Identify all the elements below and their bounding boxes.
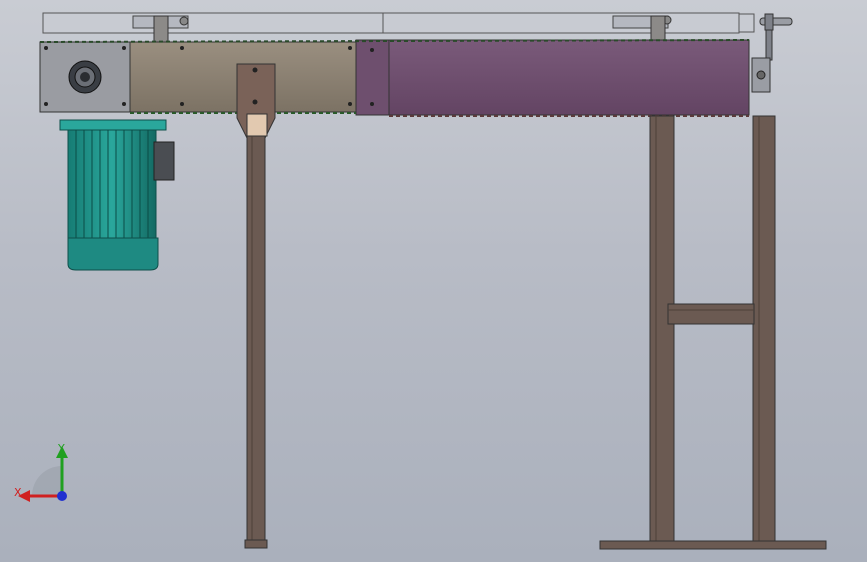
coordinate-triad: Y X [14,442,68,502]
adjustment-handle[interactable] [751,13,793,93]
top-guide-rail[interactable] [42,12,755,34]
x-axis-label: X [14,486,22,499]
conveyor-model[interactable] [0,0,867,562]
z-axis-dot [57,491,67,501]
drive-motor[interactable] [59,119,175,271]
left-support-leg[interactable] [244,135,268,549]
cad-viewport[interactable]: Y X [0,0,867,562]
triad-plane [32,466,62,496]
y-axis-label: Y [57,442,65,455]
conveyor-frame-right[interactable] [355,39,750,116]
right-support-frame[interactable] [599,115,827,550]
drive-head-plate[interactable] [39,41,131,113]
leg-mount-bracket[interactable] [236,63,276,139]
